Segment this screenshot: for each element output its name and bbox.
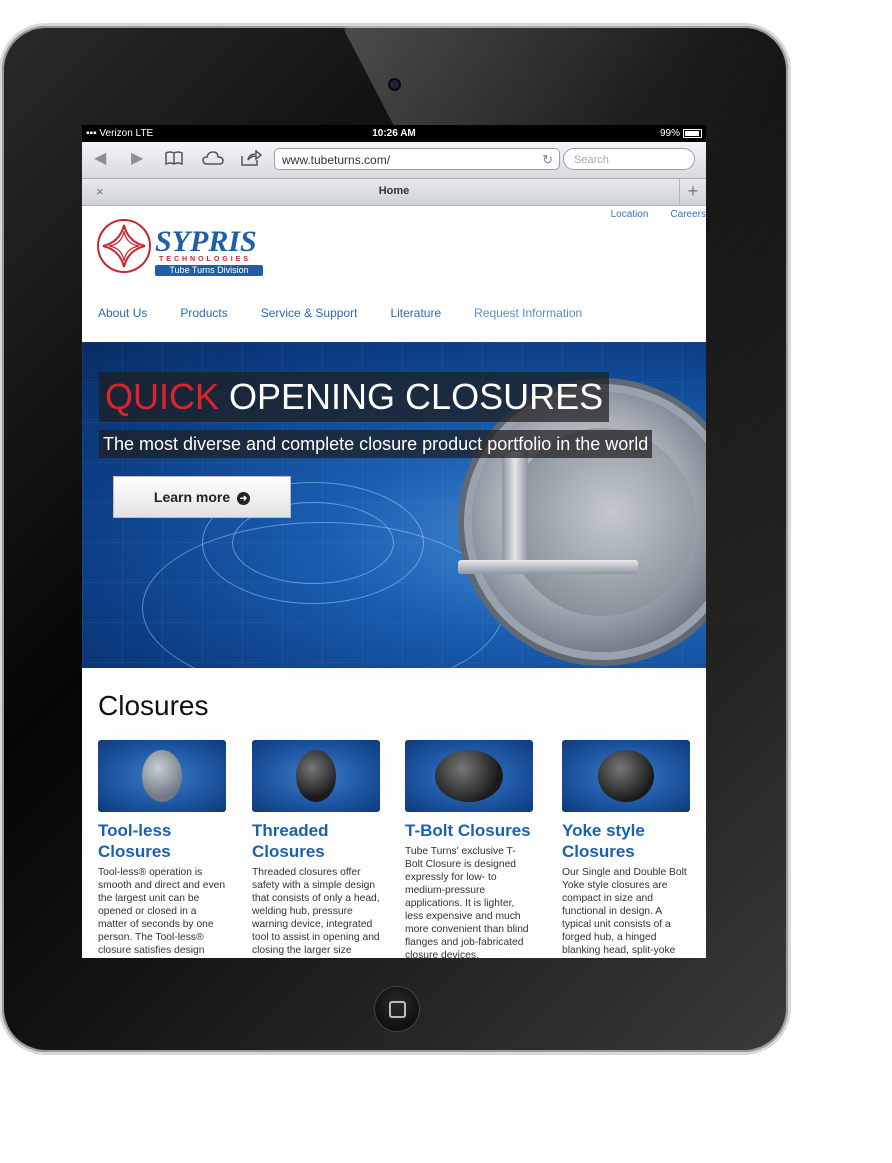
bookmarks-icon[interactable] [164,150,184,171]
product-thumbnail[interactable] [98,740,226,812]
search-input[interactable]: Search [563,148,695,170]
learn-more-button[interactable]: Learn more ➜ [113,476,291,518]
address-bar[interactable]: www.tubeturns.com/ ↻ [274,148,560,170]
card-title[interactable]: T-Bolt Closures [405,820,533,841]
new-tab-button[interactable]: + [679,179,706,205]
careers-link[interactable]: Careers [670,209,706,220]
tab-bar: × Home + [82,179,706,206]
clock: 10:26 AM [372,128,416,139]
forward-icon[interactable]: ▶ [131,150,143,168]
icloud-tabs-icon[interactable] [202,150,224,171]
product-thumbnail[interactable] [252,740,380,812]
location-link[interactable]: Location [611,209,649,220]
closures-section: Closures Tool-less Closures Tool-less® o… [82,668,706,958]
ipad-screen: ▪▪▪ Verizon LTE 10:26 AM 99% ◀ ▶ www.tub… [82,125,706,958]
home-square-icon [389,1001,406,1018]
hero-title-highlight: QUICK [105,376,220,417]
card-title[interactable]: Threaded Closures [252,820,380,862]
card-title[interactable]: Yoke style Closures [562,820,690,862]
back-icon[interactable]: ◀ [94,150,106,168]
closure-card[interactable]: T-Bolt Closures Tube Turns' exclusive T-… [405,740,533,958]
web-page: Location Careers SYPRIS TECHNOLOGIES Tube… [82,206,706,958]
closure-card[interactable]: Threaded Closures Threaded closures offe… [252,740,380,958]
reload-icon[interactable]: ↻ [542,149,553,171]
nav-service-support[interactable]: Service & Support [261,306,358,320]
closure-hinge-post [502,452,528,570]
nav-request-information[interactable]: Request Information [474,306,582,320]
battery-icon [683,129,702,138]
hero-title: QUICK OPENING CLOSURES [99,372,610,422]
home-button[interactable] [375,987,419,1031]
nav-products[interactable]: Products [180,306,227,320]
status-bar: ▪▪▪ Verizon LTE 10:26 AM 99% [82,125,706,142]
battery-percent: 99% [659,128,680,139]
hero-subtitle: The most diverse and complete closure pr… [99,430,653,458]
card-text: Our Single and Double Bolt Yoke style cl… [562,867,687,956]
top-links: Location Careers [589,209,706,220]
browser-toolbar: ◀ ▶ www.tubeturns.com/ ↻ Search [82,142,706,179]
logo-tagline: TECHNOLOGIES [159,256,252,263]
card-text: Threaded closures offer safety with a si… [252,867,380,956]
card-title[interactable]: Tool-less Closures [98,820,226,862]
url-text: www.tubeturns.com/ [282,153,391,167]
closure-handle-bar [458,560,638,574]
product-thumbnail[interactable] [405,740,533,812]
logo-wordmark: SYPRIS [155,225,257,258]
closure-card[interactable]: Tool-less Closures Tool-less® operation … [98,740,226,958]
sypris-logo[interactable]: SYPRIS TECHNOLOGIES Tube Turns Division [97,219,267,285]
learn-more-label: Learn more [153,489,231,505]
card-text: Tool-less® operation is smooth and direc… [98,867,226,956]
nav-literature[interactable]: Literature [390,306,441,320]
closure-card[interactable]: Yoke style Closures Our Single and Doubl… [562,740,690,958]
main-nav: About Us Products Service & Support Lite… [98,306,615,320]
product-thumbnail[interactable] [562,740,690,812]
share-icon[interactable] [240,149,263,171]
logo-emblem-icon [97,219,151,273]
logo-division: Tube Turns Division [155,265,263,276]
hero-title-rest: OPENING CLOSURES [219,376,604,417]
section-heading: Closures [98,690,209,721]
card-text: Tube Turns' exclusive T-Bolt Closure is … [405,846,529,958]
hero-banner: QUICK OPENING CLOSURES The most diverse … [82,342,706,668]
battery-status: 99% [660,128,702,139]
arrow-right-icon: ➜ [237,491,251,505]
nav-about-us[interactable]: About Us [98,306,147,320]
tab-title[interactable]: Home [82,185,706,197]
camera-icon [390,80,399,89]
